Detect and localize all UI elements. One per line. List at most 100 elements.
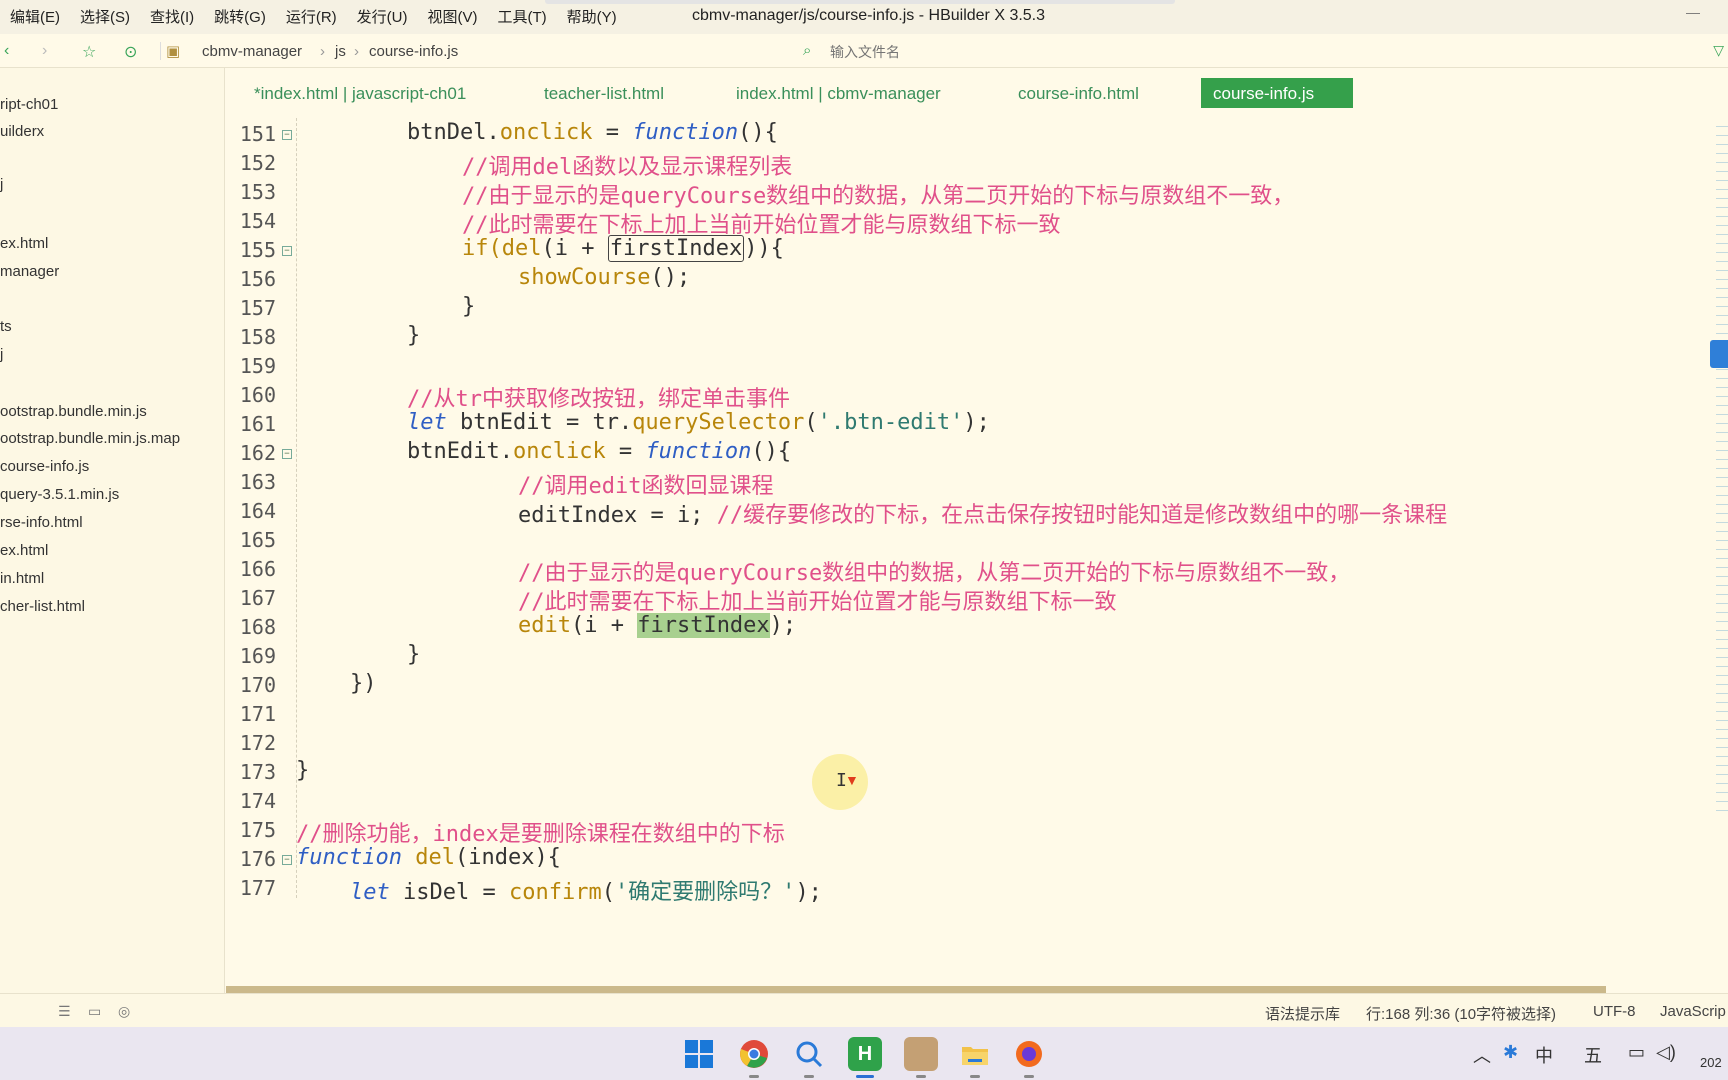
tree-item[interactable]: uilderx	[0, 123, 44, 140]
tree-item[interactable]: ts	[0, 318, 12, 335]
code-line: 164 editIndex = i; //缓存要修改的下标，在点击保存按钮时能知…	[226, 495, 1716, 528]
browser-icon[interactable]: ◎	[118, 1003, 130, 1020]
tree-item[interactable]: ootstrap.bundle.min.js	[0, 403, 147, 420]
tree-item[interactable]: course-info.js	[0, 458, 89, 475]
fold-icon[interactable]: −	[282, 855, 292, 865]
firefox-icon[interactable]	[1012, 1037, 1046, 1071]
forward-icon[interactable]: ›	[42, 42, 47, 60]
code-line: 166 //由于显示的是queryCourse数组中的数据，从第二页开始的下标与…	[226, 553, 1716, 586]
code-token: btnDel	[407, 120, 487, 145]
fold-icon[interactable]: −	[282, 246, 292, 256]
tree-item[interactable]: manager	[0, 263, 59, 280]
run-icon[interactable]: ⊙	[124, 42, 137, 62]
ime-indicator[interactable]: 中	[1535, 1042, 1553, 1068]
hbuilder-icon[interactable]: H	[848, 1037, 882, 1071]
line-number: 176	[239, 847, 276, 871]
code-text: btnEdit.onclick = function(){	[407, 439, 791, 464]
ime-mode-indicator[interactable]: 五	[1584, 1042, 1602, 1068]
code-token: )){	[744, 236, 784, 261]
code-token: '.btn-edit'	[817, 410, 964, 435]
tab-teacher-list[interactable]: teacher-list.html	[532, 78, 676, 108]
menu-help[interactable]: 帮助(Y)	[567, 6, 617, 27]
tab-course-info-js[interactable]: course-info.js	[1201, 78, 1353, 108]
clock-year[interactable]: 202	[1700, 1055, 1722, 1070]
menu-view[interactable]: 视图(V)	[428, 6, 478, 27]
tree-item[interactable]: cher-list.html	[0, 598, 85, 615]
code-line: 165	[226, 524, 1716, 556]
breadcrumb-separator: ›	[354, 43, 359, 60]
minimize-icon[interactable]: —	[1686, 4, 1700, 20]
line-number: 156	[239, 267, 276, 291]
language-status[interactable]: JavaScrip	[1660, 1003, 1726, 1020]
line-number: 166	[239, 557, 276, 581]
network-icon[interactable]: ▭	[1628, 1042, 1645, 1063]
star-icon[interactable]: ☆	[82, 42, 96, 62]
menu-tools[interactable]: 工具(T)	[498, 6, 547, 27]
tree-item[interactable]: j	[0, 176, 3, 193]
horizontal-scrollbar[interactable]	[226, 986, 1606, 993]
code-token: );	[795, 880, 822, 905]
tab-index-cbmv-manager[interactable]: index.html | cbmv-manager	[724, 78, 953, 108]
code-line: 152 //调用del函数以及显示课程列表	[226, 147, 1716, 180]
file-explorer-icon[interactable]	[958, 1037, 992, 1071]
game-app-icon[interactable]	[904, 1037, 938, 1071]
file-search-icon: ⌕	[803, 42, 812, 59]
tree-item[interactable]: j	[0, 346, 3, 363]
toolbar: ‹ › ☆ ⊙ ▣ cbmv-manager › js › course-inf…	[0, 34, 1728, 68]
menu-publish[interactable]: 发行(U)	[357, 6, 408, 27]
menu-run[interactable]: 运行(R)	[286, 6, 337, 27]
bluetooth-icon[interactable]: ✱	[1503, 1042, 1518, 1063]
title-bar: 编辑(E) 选择(S) 查找(I) 跳转(G) 运行(R) 发行(U) 视图(V…	[0, 0, 1728, 34]
code-text: }	[407, 642, 421, 667]
editor-tabs: *index.html | javascript-ch01 teacher-li…	[226, 78, 1726, 112]
encoding-status[interactable]: UTF-8	[1593, 1003, 1636, 1020]
menu-find[interactable]: 查找(I)	[150, 6, 194, 27]
tree-item[interactable]: ript-ch01	[0, 96, 58, 113]
code-token: =	[592, 120, 633, 145]
line-number: 171	[239, 702, 276, 726]
chevron-up-icon[interactable]: ︿	[1473, 1042, 1491, 1068]
code-token: function	[296, 845, 402, 870]
scroll-marker[interactable]	[1710, 340, 1728, 368]
toolbar-divider	[160, 42, 161, 60]
tab-course-info-html[interactable]: course-info.html	[1006, 78, 1151, 108]
windows-start-icon[interactable]	[682, 1037, 716, 1071]
breadcrumb-project[interactable]: cbmv-manager	[202, 43, 302, 60]
code-token: firstIndex	[637, 613, 770, 638]
scrollbar-thumb[interactable]	[226, 986, 1606, 993]
tree-item[interactable]: rse-info.html	[0, 514, 83, 531]
syntax-lib-status[interactable]: 语法提示库	[1265, 1003, 1340, 1024]
code-text: let isDel = confirm('确定要删除吗？');	[350, 874, 822, 906]
tree-item[interactable]: query-3.5.1.min.js	[0, 486, 119, 503]
cursor-position[interactable]: 行:168 列:36 (10字符被选择)	[1366, 1003, 1556, 1024]
tree-item[interactable]: ex.html	[0, 235, 48, 252]
line-number: 167	[239, 586, 276, 610]
outline-icon[interactable]: ☰	[58, 1003, 71, 1020]
minimap[interactable]	[1716, 118, 1728, 818]
file-search-input[interactable]	[830, 42, 1230, 62]
code-line: 163 //调用edit函数回显课程	[226, 466, 1716, 499]
menu-goto[interactable]: 跳转(G)	[214, 6, 266, 27]
code-line: 168 edit(i + firstIndex);	[226, 611, 1716, 643]
running-indicator	[970, 1075, 980, 1078]
code-text: }	[296, 758, 310, 783]
breadcrumb-folder[interactable]: js	[335, 43, 346, 60]
tab-index-javascript-ch01[interactable]: *index.html | javascript-ch01	[242, 78, 478, 108]
filter-icon[interactable]: ▽	[1713, 42, 1724, 59]
tree-item[interactable]: ex.html	[0, 542, 48, 559]
running-indicator	[856, 1075, 874, 1078]
search-app-icon[interactable]	[792, 1037, 826, 1071]
menu-bar: 编辑(E) 选择(S) 查找(I) 跳转(G) 运行(R) 发行(U) 视图(V…	[10, 6, 637, 27]
menu-edit[interactable]: 编辑(E)	[10, 6, 60, 27]
volume-icon[interactable]: ◁)	[1656, 1042, 1676, 1063]
code-editor[interactable]: 151 − btnDel.onclick = function(){ 152 /…	[226, 118, 1716, 986]
tree-item[interactable]: in.html	[0, 570, 44, 587]
chrome-icon[interactable]	[737, 1037, 771, 1071]
terminal-icon[interactable]: ▭	[88, 1003, 101, 1020]
tree-item[interactable]: ootstrap.bundle.min.js.map	[0, 430, 180, 447]
breadcrumb-file[interactable]: course-info.js	[369, 43, 458, 60]
back-icon[interactable]: ‹	[4, 42, 9, 60]
fold-icon[interactable]: −	[282, 130, 292, 140]
fold-icon[interactable]: −	[282, 449, 292, 459]
menu-select[interactable]: 选择(S)	[80, 6, 130, 27]
